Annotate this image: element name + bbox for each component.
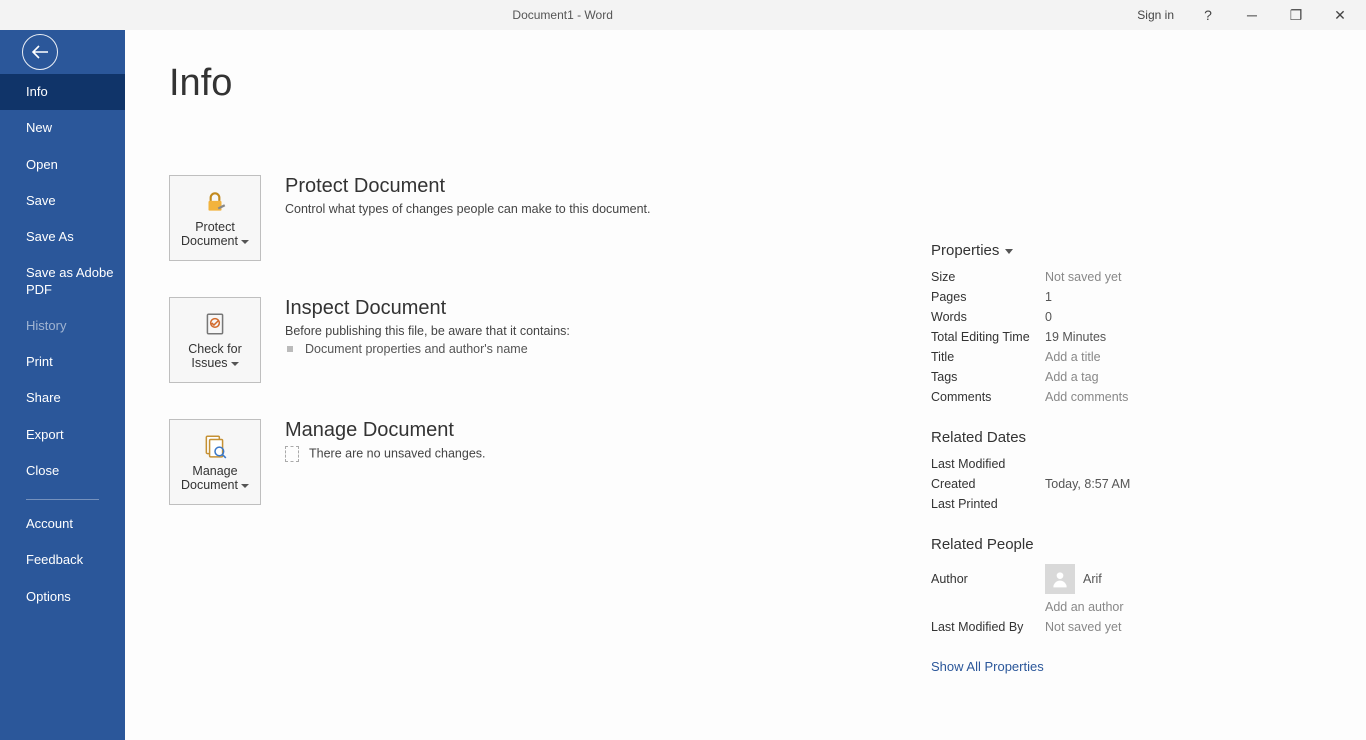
prop-tags-value[interactable]: Add a tag — [1045, 370, 1099, 384]
sidebar-item-history[interactable]: History — [0, 308, 125, 344]
sidebar-item-feedback[interactable]: Feedback — [0, 542, 125, 578]
avatar-icon — [1045, 564, 1075, 594]
add-author-link[interactable]: Add an author — [1045, 600, 1124, 614]
manage-button-label: Manage Document — [170, 464, 260, 493]
help-button[interactable]: ? — [1186, 1, 1230, 29]
maximize-button[interactable]: ❐ — [1274, 1, 1318, 29]
modby-value: Not saved yet — [1045, 620, 1121, 634]
backstage-sidebar: Info New Open Save Save As Save as Adobe… — [0, 30, 125, 740]
minimize-button[interactable]: ─ — [1230, 1, 1274, 29]
info-page: Info Protect Document Protect Document C… — [125, 30, 1366, 740]
manage-document-button[interactable]: Manage Document — [169, 419, 261, 505]
window-title: Document1 - Word — [0, 8, 1125, 22]
prop-pages-label: Pages — [931, 290, 1045, 304]
sign-in-link[interactable]: Sign in — [1125, 8, 1186, 22]
protect-button-label: Protect Document — [170, 220, 260, 249]
author-label: Author — [931, 572, 1045, 586]
manage-desc: There are no unsaved changes. — [285, 446, 486, 462]
sidebar-item-print[interactable]: Print — [0, 344, 125, 380]
title-bar: Document1 - Word Sign in ? ─ ❐ ✕ — [0, 0, 1366, 30]
manage-title: Manage Document — [285, 419, 486, 442]
protect-title: Protect Document — [285, 175, 651, 198]
sidebar-item-options[interactable]: Options — [0, 579, 125, 615]
inspect-item: Document properties and author's name — [285, 342, 570, 356]
prop-edit-value: 19 Minutes — [1045, 330, 1106, 344]
sidebar-item-open[interactable]: Open — [0, 147, 125, 183]
modby-label: Last Modified By — [931, 620, 1045, 634]
sidebar-item-save-as[interactable]: Save As — [0, 219, 125, 255]
protect-document-button[interactable]: Protect Document — [169, 175, 261, 261]
prop-title-value[interactable]: Add a title — [1045, 350, 1101, 364]
date-printed-label: Last Printed — [931, 497, 1045, 511]
prop-comments-value[interactable]: Add comments — [1045, 390, 1128, 404]
prop-title-label: Title — [931, 350, 1045, 364]
prop-size-label: Size — [931, 270, 1045, 284]
prop-edit-label: Total Editing Time — [931, 330, 1045, 344]
inspect-icon — [200, 310, 230, 338]
sidebar-item-share[interactable]: Share — [0, 380, 125, 416]
lock-icon — [200, 188, 230, 216]
sidebar-separator — [26, 499, 99, 500]
inspect-desc: Before publishing this file, be aware th… — [285, 324, 570, 338]
prop-tags-label: Tags — [931, 370, 1045, 384]
inspect-item-text: Document properties and author's name — [305, 342, 528, 356]
sidebar-item-new[interactable]: New — [0, 110, 125, 146]
prop-words-label: Words — [931, 310, 1045, 324]
manage-icon — [200, 432, 230, 460]
properties-heading[interactable]: Properties — [931, 242, 1351, 259]
check-issues-label: Check for Issues — [170, 342, 260, 371]
manage-desc-text: There are no unsaved changes. — [309, 446, 486, 460]
sidebar-item-info[interactable]: Info — [0, 74, 125, 110]
sidebar-item-close[interactable]: Close — [0, 453, 125, 489]
prop-words-value: 0 — [1045, 310, 1052, 324]
sidebar-item-export[interactable]: Export — [0, 417, 125, 453]
sidebar-item-save[interactable]: Save — [0, 183, 125, 219]
prop-comments-label: Comments — [931, 390, 1045, 404]
sidebar-item-save-adobe[interactable]: Save as Adobe PDF — [0, 255, 125, 308]
back-arrow-icon — [22, 34, 58, 70]
sidebar-item-account[interactable]: Account — [0, 506, 125, 542]
page-title: Info — [169, 62, 1366, 105]
related-dates-heading: Related Dates — [931, 429, 1351, 446]
bullet-icon — [287, 346, 293, 352]
date-created-value: Today, 8:57 AM — [1045, 477, 1130, 491]
close-button[interactable]: ✕ — [1318, 1, 1362, 29]
prop-pages-value: 1 — [1045, 290, 1052, 304]
back-button[interactable] — [0, 30, 125, 74]
author-name: Arif — [1083, 572, 1102, 586]
protect-desc: Control what types of changes people can… — [285, 202, 651, 216]
date-created-label: Created — [931, 477, 1045, 491]
show-all-properties-link[interactable]: Show All Properties — [931, 659, 1044, 674]
author-value[interactable]: Arif — [1045, 564, 1102, 594]
inspect-title: Inspect Document — [285, 297, 570, 320]
prop-size-value: Not saved yet — [1045, 270, 1121, 284]
properties-panel: Properties Size Not saved yet Pages 1 Wo… — [931, 242, 1351, 674]
related-people-heading: Related People — [931, 536, 1351, 553]
check-for-issues-button[interactable]: Check for Issues — [169, 297, 261, 383]
document-icon — [285, 446, 299, 462]
date-modified-label: Last Modified — [931, 457, 1045, 471]
